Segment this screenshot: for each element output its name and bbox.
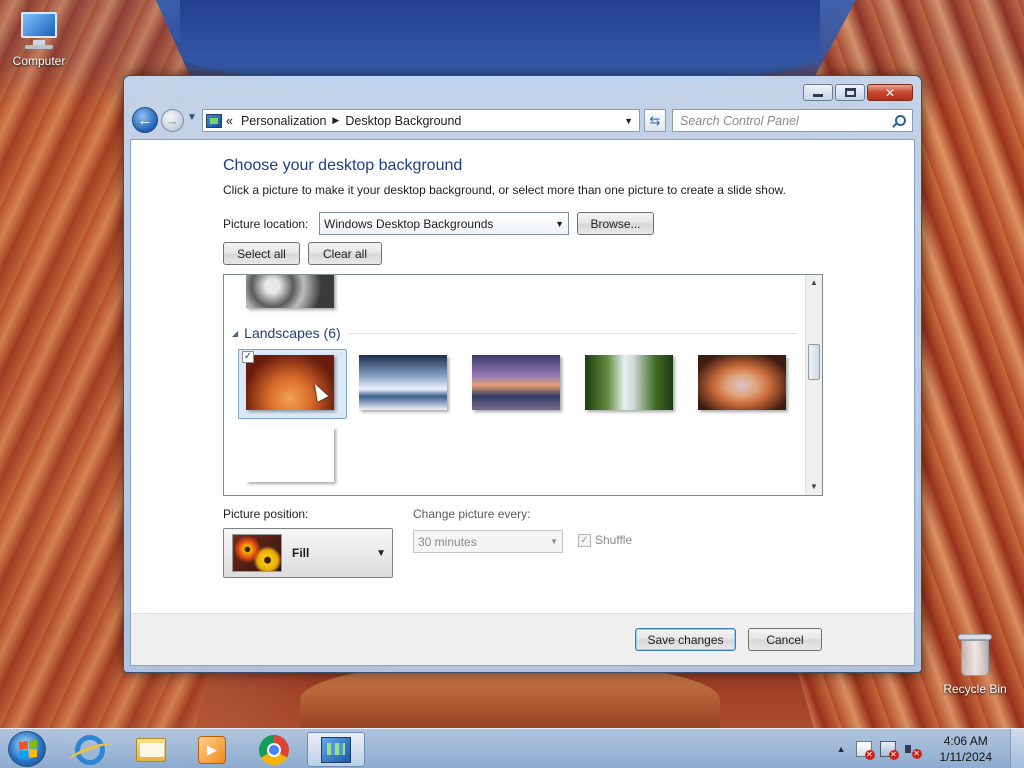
thumbnail-rock-arch[interactable] bbox=[698, 355, 786, 410]
picture-location-select[interactable]: Windows Desktop Backgrounds ▼ bbox=[319, 212, 569, 235]
picture-position-value: Fill bbox=[292, 546, 310, 560]
computer-icon bbox=[17, 10, 61, 50]
taskbar-chrome[interactable] bbox=[245, 732, 303, 767]
address-dropdown-icon[interactable]: ▼ bbox=[624, 116, 633, 126]
recycle-bin-icon bbox=[957, 632, 993, 678]
close-button[interactable]: ✕ bbox=[867, 84, 913, 101]
desktop-icon-computer-label: Computer bbox=[12, 54, 66, 68]
picture-position-label: Picture position: bbox=[223, 507, 309, 521]
picture-location-label: Picture location: bbox=[223, 216, 309, 231]
action-center-icon[interactable] bbox=[855, 741, 875, 760]
thumbnail-lavender-field[interactable] bbox=[246, 427, 334, 482]
desktop-icon-computer[interactable]: Computer bbox=[1, 10, 77, 68]
group-divider bbox=[348, 332, 797, 334]
breadcrumb-personalization[interactable]: Personalization bbox=[241, 114, 326, 128]
forward-button[interactable]: → bbox=[161, 109, 184, 132]
browse-button[interactable]: Browse... bbox=[577, 212, 654, 235]
start-button[interactable] bbox=[8, 731, 46, 767]
dialog-footer: Save changes Cancel bbox=[131, 613, 914, 665]
folder-icon bbox=[136, 737, 166, 762]
refresh-icon: ⇆ bbox=[649, 112, 661, 128]
page-description: Click a picture to make it your desktop … bbox=[223, 183, 786, 197]
control-panel-window: ✕ ← → ▼ « Personalization ▶ Desktop Back… bbox=[123, 75, 922, 673]
select-all-button[interactable]: Select all bbox=[223, 242, 300, 265]
shuffle-check-icon: ✓ bbox=[578, 533, 591, 547]
scrollbar-thumb[interactable] bbox=[808, 344, 820, 380]
recent-pages-dropdown[interactable]: ▼ bbox=[187, 112, 197, 123]
shuffle-checkbox[interactable]: ✓ Shuffle bbox=[578, 533, 632, 547]
thumbnail-previous-group[interactable] bbox=[246, 275, 334, 308]
thumbnail-waterfall[interactable] bbox=[585, 355, 673, 410]
show-desktop-button[interactable] bbox=[1010, 729, 1024, 768]
internet-explorer-icon bbox=[75, 734, 105, 765]
search-input[interactable]: Search Control Panel bbox=[672, 109, 913, 132]
caption-buttons: ✕ bbox=[803, 84, 913, 101]
back-button[interactable]: ← bbox=[132, 107, 158, 133]
group-title: Landscapes (6) bbox=[244, 325, 341, 341]
show-hidden-icons-icon[interactable]: ▲ bbox=[837, 744, 846, 754]
picture-location-row: Picture location: Windows Desktop Backgr… bbox=[223, 212, 654, 235]
clock-date: 1/11/2024 bbox=[939, 750, 993, 764]
breadcrumb-separator-icon[interactable]: ▶ bbox=[332, 115, 339, 126]
network-icon[interactable] bbox=[879, 741, 899, 760]
address-bar[interactable]: « Personalization ▶ Desktop Background ▼ bbox=[202, 109, 640, 132]
chevron-down-icon: ▼ bbox=[376, 547, 386, 559]
windows-logo-icon bbox=[19, 740, 37, 759]
thumbnail-iceberg-lake[interactable] bbox=[359, 355, 447, 410]
maximize-icon bbox=[844, 88, 856, 97]
save-changes-button[interactable]: Save changes bbox=[635, 628, 736, 651]
minimize-icon bbox=[813, 94, 823, 97]
content-pane: Choose your desktop background Click a p… bbox=[130, 139, 915, 666]
minimize-button[interactable] bbox=[803, 84, 833, 101]
maximize-button[interactable] bbox=[835, 84, 865, 101]
system-tray: ▲ 4:06 AM 1/11/2024 bbox=[837, 729, 1024, 768]
chevron-down-icon: ▼ bbox=[550, 537, 558, 546]
shuffle-label: Shuffle bbox=[595, 533, 633, 547]
taskbar-media-player[interactable]: ▶ bbox=[183, 732, 241, 767]
scroll-down-icon[interactable]: ▼ bbox=[806, 479, 822, 495]
change-every-select[interactable]: 30 minutes ▼ bbox=[413, 530, 563, 553]
chrome-icon bbox=[259, 734, 289, 765]
close-icon: ✕ bbox=[884, 85, 896, 100]
taskbar-control-panel[interactable] bbox=[307, 732, 365, 767]
media-player-icon: ▶ bbox=[198, 735, 226, 764]
scroll-up-icon[interactable]: ▲ bbox=[806, 275, 822, 291]
control-panel-icon bbox=[206, 113, 222, 128]
desktop-icon-recycle-bin[interactable]: Recycle Bin bbox=[937, 632, 1013, 696]
control-panel-icon bbox=[321, 736, 351, 763]
change-every-value: 30 minutes bbox=[418, 534, 477, 549]
picture-position-select[interactable]: Fill ▼ bbox=[223, 528, 393, 578]
picture-location-value: Windows Desktop Backgrounds bbox=[324, 216, 494, 231]
clear-all-button[interactable]: Clear all bbox=[308, 242, 382, 265]
taskbar-windows-explorer[interactable] bbox=[122, 732, 180, 767]
chevron-down-icon: ▼ bbox=[555, 218, 564, 229]
volume-muted-icon[interactable] bbox=[904, 741, 922, 759]
change-every-label: Change picture every: bbox=[413, 507, 531, 521]
collapse-triangle-icon[interactable]: ◢ bbox=[232, 329, 238, 338]
forward-arrow-icon: → bbox=[166, 113, 179, 128]
back-arrow-icon: ← bbox=[137, 111, 153, 129]
navigation-bar: ← → ▼ « Personalization ▶ Desktop Backgr… bbox=[132, 106, 913, 134]
group-header-landscapes[interactable]: ◢ Landscapes (6) bbox=[232, 325, 797, 341]
position-preview-image bbox=[232, 534, 282, 572]
gallery-scrollbar[interactable]: ▲ ▼ bbox=[805, 275, 822, 495]
clock[interactable]: 4:06 AM 1/11/2024 bbox=[940, 733, 993, 765]
page-title: Choose your desktop background bbox=[223, 157, 463, 174]
clock-time: 4:06 AM bbox=[943, 734, 988, 748]
cancel-button[interactable]: Cancel bbox=[748, 628, 822, 651]
refresh-button[interactable]: ⇆ bbox=[644, 109, 666, 132]
taskbar-internet-explorer[interactable] bbox=[61, 732, 119, 767]
desktop-icon-recycle-bin-label: Recycle Bin bbox=[943, 682, 1007, 696]
taskbar: ▶ ▲ 4:06 AM 1/11/2024 bbox=[0, 728, 1024, 768]
breadcrumb-desktop-background[interactable]: Desktop Background bbox=[345, 114, 461, 128]
search-placeholder: Search Control Panel bbox=[680, 113, 799, 128]
breadcrumb-overflow[interactable]: « bbox=[226, 114, 233, 128]
thumbnail-sunset-coast[interactable] bbox=[472, 355, 560, 410]
thumbnail-checkbox[interactable]: ✓ bbox=[242, 351, 254, 363]
search-icon[interactable] bbox=[895, 115, 906, 126]
